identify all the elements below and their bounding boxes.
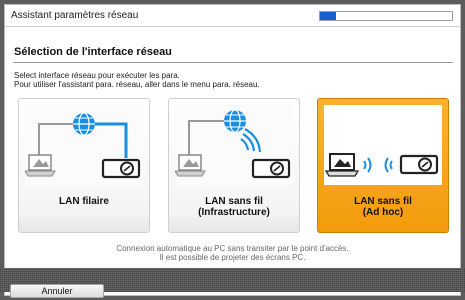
cable-gray [188,120,224,157]
option-label: LAN sans fil (Ad hoc) [318,196,448,218]
globe-icon [73,112,95,136]
progress-fill [320,12,336,20]
instruction-line-2: Pour utiliser l'assistant para. réseau, … [14,80,260,89]
instruction-line-1: Select interface réseau pour exécuter le… [14,71,180,80]
option-description: Connexion automatique au PC sans transit… [5,244,460,262]
option-label-line-1: LAN filaire [58,196,109,207]
wireless-infrastructure-illustration [175,105,293,185]
cable-gray [38,123,73,157]
option-wireless-adhoc[interactable]: LAN sans fil (Ad hoc) [317,98,449,233]
wired-lan-illustration [25,105,143,185]
page-title: Sélection de l'interface réseau [14,46,172,58]
description-line-1: Connexion automatique au PC sans transit… [116,244,349,253]
wizard-progress-bar [319,11,453,21]
laptop-icon [324,153,360,177]
globe-icon [224,109,246,133]
wifi-waves-icon [363,157,393,173]
option-label-line-1: LAN sans fil [354,196,412,207]
window-title: Assistant paramètres réseau [11,10,139,21]
projector-icon [251,158,291,179]
laptop-icon [25,154,56,177]
projector-icon [399,154,439,175]
option-wireless-infrastructure[interactable]: LAN sans fil (Infrastructure) [168,98,300,233]
option-label-line-2: (Ad hoc) [362,207,404,218]
laptop-icon [175,154,206,177]
wireless-adhoc-illustration [324,105,442,185]
option-label-line-1: LAN sans fil [205,196,263,207]
option-label-line-2: (Infrastructure) [198,207,270,218]
cancel-button[interactable]: Annuler [10,284,104,298]
title-divider [13,62,453,63]
option-label: LAN filaire [19,196,149,207]
option-wired-lan[interactable]: LAN filaire [18,98,150,233]
instructions: Select interface réseau pour exécuter le… [14,71,260,89]
wifi-waves-icon [240,128,262,153]
projector-icon [101,158,141,179]
option-label: LAN sans fil (Infrastructure) [169,196,299,218]
cable-blue [95,122,128,158]
network-wizard-window: Assistant paramètres réseau Sélection de… [4,4,461,296]
title-bar: Assistant paramètres réseau [5,5,460,27]
description-line-2: Il est possible de projeter des écrans P… [159,253,306,262]
